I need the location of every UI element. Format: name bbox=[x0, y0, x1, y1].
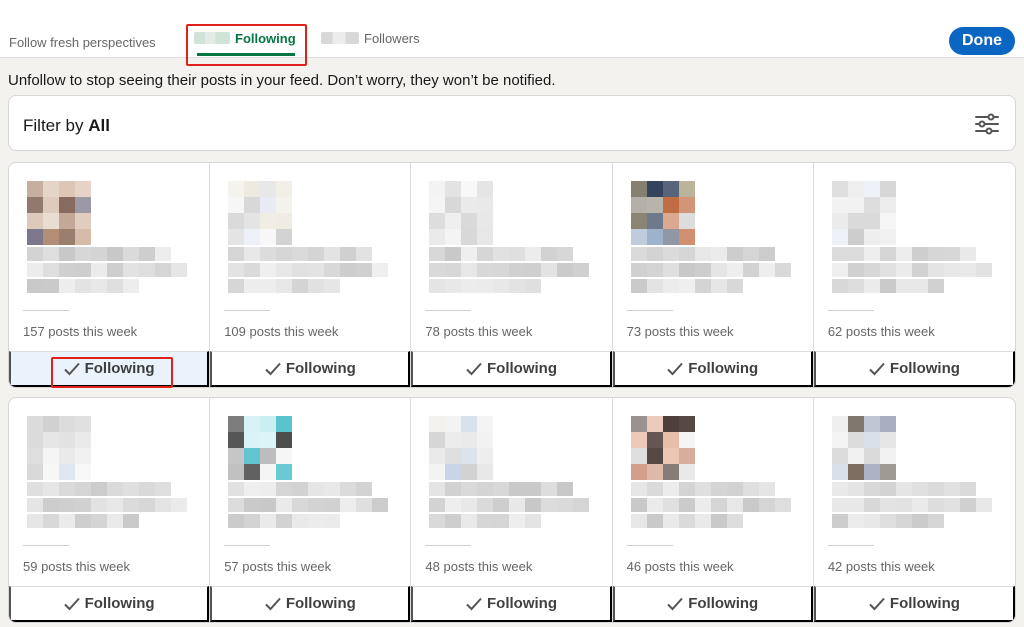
following-card[interactable]: 62 posts this week Following bbox=[813, 163, 1015, 387]
following-button[interactable]: Following bbox=[210, 351, 411, 387]
followers-count-blurred bbox=[321, 32, 359, 44]
following-button[interactable]: Following bbox=[612, 351, 813, 387]
divider bbox=[224, 545, 271, 546]
checkmark-icon bbox=[63, 597, 80, 610]
blurred-profile-pixels bbox=[228, 181, 389, 293]
following-grid-row-1: 157 posts this week Following 109 posts th… bbox=[8, 162, 1016, 388]
tab-label: Follow fresh perspectives bbox=[9, 34, 156, 50]
following-button[interactable]: Following bbox=[210, 586, 411, 622]
following-button-label: Following bbox=[889, 595, 960, 612]
checkmark-icon bbox=[265, 362, 281, 375]
divider bbox=[425, 545, 472, 546]
checkmark-icon bbox=[667, 362, 683, 375]
divider bbox=[425, 310, 472, 311]
checkmark-icon bbox=[63, 362, 80, 375]
following-button[interactable]: Following bbox=[9, 351, 210, 387]
divider bbox=[224, 310, 271, 311]
blurred-profile-pixels bbox=[630, 181, 791, 293]
following-card[interactable]: 109 posts this week Following bbox=[210, 163, 412, 387]
divider bbox=[827, 545, 874, 546]
following-card[interactable]: 46 posts this week Following bbox=[612, 398, 814, 622]
blurred-profile-pixels bbox=[831, 416, 992, 528]
filter-label: Filter by All bbox=[23, 116, 110, 136]
posts-count: 48 posts this week bbox=[425, 559, 533, 574]
following-button[interactable]: Following bbox=[813, 351, 1015, 387]
following-card[interactable]: 78 posts this week Following bbox=[411, 163, 613, 387]
posts-count: 57 posts this week bbox=[224, 559, 332, 574]
blurred-profile-pixels bbox=[228, 416, 389, 528]
posts-count: 42 posts this week bbox=[827, 559, 935, 574]
top-bar: Follow fresh perspectives Following Foll… bbox=[0, 0, 1024, 66]
following-button-label: Following bbox=[84, 595, 155, 612]
posts-count: 78 posts this week bbox=[425, 324, 533, 339]
following-card[interactable]: 57 posts this week Following bbox=[210, 398, 412, 622]
checkmark-icon bbox=[466, 362, 482, 375]
checkmark-icon bbox=[869, 362, 885, 375]
following-card[interactable]: 42 posts this week Following bbox=[813, 398, 1015, 622]
following-card[interactable]: 157 posts this week Following bbox=[9, 163, 211, 387]
following-grid-row-2: 59 posts this week Following 57 posts this… bbox=[8, 397, 1016, 623]
blurred-profile-pixels bbox=[27, 181, 187, 293]
filter-value: All bbox=[88, 116, 110, 135]
filter-sliders-icon[interactable] bbox=[975, 113, 999, 135]
posts-count: 46 posts this week bbox=[626, 559, 734, 574]
posts-count: 59 posts this week bbox=[23, 559, 130, 574]
following-button-label: Following bbox=[487, 595, 557, 612]
blurred-profile-pixels bbox=[630, 416, 791, 528]
active-tab-indicator bbox=[197, 53, 295, 56]
posts-count: 62 posts this week bbox=[827, 324, 935, 339]
divider bbox=[626, 310, 673, 311]
following-button[interactable]: Following bbox=[9, 586, 210, 622]
following-card[interactable]: 73 posts this week Following bbox=[612, 163, 814, 387]
following-button-label: Following bbox=[285, 360, 356, 377]
filter-bar[interactable]: Filter by All bbox=[8, 95, 1016, 151]
following-button-label: Following bbox=[688, 360, 759, 377]
filter-prefix: Filter by bbox=[23, 116, 84, 135]
following-count-blurred bbox=[194, 32, 230, 44]
tab-following[interactable]: Following bbox=[194, 24, 296, 52]
divider bbox=[23, 310, 69, 311]
posts-count: 73 posts this week bbox=[626, 324, 734, 339]
blurred-profile-pixels bbox=[429, 416, 590, 528]
divider bbox=[23, 545, 69, 546]
following-button[interactable]: Following bbox=[813, 586, 1015, 622]
tab-label: Followers bbox=[364, 30, 420, 46]
following-button-label: Following bbox=[285, 595, 356, 612]
following-button-label: Following bbox=[487, 360, 557, 377]
tab-followers[interactable]: Followers bbox=[321, 24, 420, 52]
checkmark-icon bbox=[466, 597, 482, 610]
done-button[interactable]: Done bbox=[949, 27, 1015, 55]
blurred-profile-pixels bbox=[429, 181, 590, 293]
posts-count: 157 posts this week bbox=[23, 324, 138, 339]
checkmark-icon bbox=[667, 597, 683, 610]
blurred-profile-pixels bbox=[831, 181, 992, 293]
following-button[interactable]: Following bbox=[612, 586, 813, 622]
following-button[interactable]: Following bbox=[411, 351, 612, 387]
following-card[interactable]: 48 posts this week Following bbox=[411, 398, 613, 622]
tab-label: Following bbox=[235, 30, 296, 46]
blurred-profile-pixels bbox=[27, 416, 187, 528]
divider bbox=[827, 310, 874, 311]
following-button-label: Following bbox=[889, 360, 960, 377]
checkmark-icon bbox=[869, 597, 885, 610]
following-button-label: Following bbox=[688, 595, 759, 612]
tab-follow-fresh-perspectives[interactable]: Follow fresh perspectives bbox=[9, 28, 156, 56]
posts-count: 109 posts this week bbox=[224, 324, 339, 339]
following-button[interactable]: Following bbox=[411, 586, 612, 622]
following-card[interactable]: 59 posts this week Following bbox=[9, 398, 211, 622]
following-button-label: Following bbox=[84, 360, 155, 377]
checkmark-icon bbox=[265, 597, 281, 610]
unfollow-description: Unfollow to stop seeing their posts in y… bbox=[8, 72, 556, 89]
divider bbox=[626, 545, 673, 546]
